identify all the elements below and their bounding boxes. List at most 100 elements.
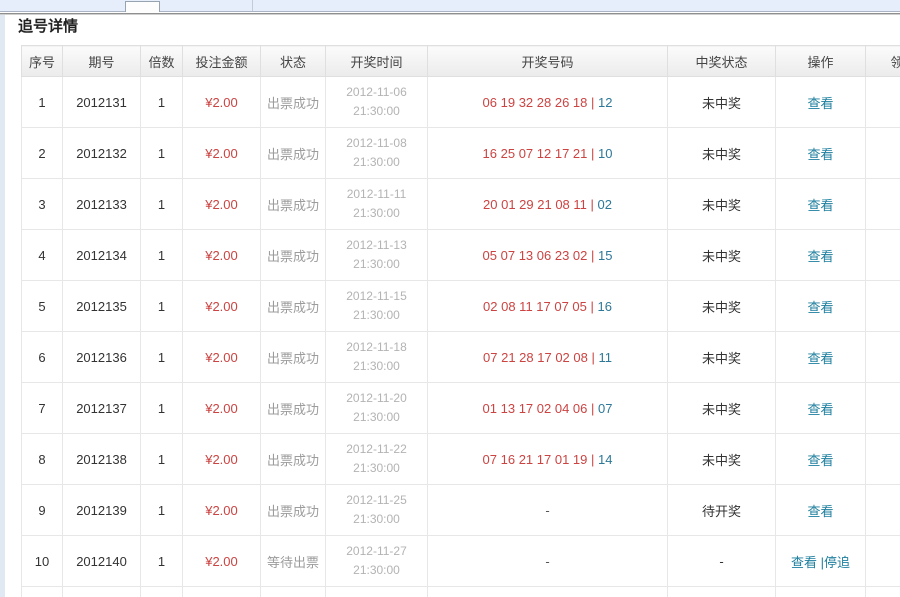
empty-cell (428, 587, 668, 597)
cell-status: 出票成功 (261, 77, 326, 128)
view-link[interactable]: 查看 (807, 402, 833, 417)
red-ball-numbers: 20 01 29 21 08 11 (483, 197, 590, 212)
red-ball-numbers: 01 13 17 02 04 06 (483, 401, 591, 416)
cell-multiple: 1 (141, 332, 183, 383)
draw-time-text: 21:30:00 (326, 306, 427, 325)
empty-cell (63, 587, 141, 597)
draw-date-text: 2012-11-11 (326, 185, 427, 204)
cell-draw-numbers: 07 21 28 17 02 08 | 11 (428, 332, 668, 383)
table-row: 220121321¥2.00出票成功2012-11-0821:30:0016 2… (22, 128, 900, 179)
cell-amount: ¥2.00 (183, 179, 261, 230)
cell-draw-numbers: 20 01 29 21 08 11 | 02 (428, 179, 668, 230)
column-header-issue: 期号 (63, 46, 141, 77)
cell-status: 出票成功 (261, 179, 326, 230)
cell-issue: 2012131 (63, 77, 141, 128)
draw-time-text: 21:30:00 (326, 102, 427, 121)
cell-claim (866, 281, 900, 332)
cell-draw-time: 2012-11-2721:30:00 (326, 536, 428, 587)
blue-ball-number: 15 (594, 248, 612, 263)
draw-time-text: 21:30:00 (326, 408, 427, 427)
cell-amount: ¥2.00 (183, 434, 261, 485)
table-row: 320121331¥2.00出票成功2012-11-1121:30:0020 0… (22, 179, 900, 230)
cell-multiple: 1 (141, 179, 183, 230)
cell-claim (866, 128, 900, 179)
view-link[interactable]: 查看 (807, 249, 833, 264)
cell-index: 8 (22, 434, 63, 485)
table-header-row: 序号期号倍数投注金额状态开奖时间开奖号码中奖状态操作领奖 (22, 46, 900, 77)
view-link[interactable]: 查看 (807, 351, 833, 366)
empty-cell (141, 587, 183, 597)
cell-draw-numbers: 16 25 07 12 17 21 | 10 (428, 128, 668, 179)
cell-draw-time: 2012-11-0621:30:00 (326, 77, 428, 128)
cell-amount: ¥2.00 (183, 536, 261, 587)
view-link[interactable]: 查看 (807, 300, 833, 315)
column-header-amount: 投注金额 (183, 46, 261, 77)
cell-status: 出票成功 (261, 383, 326, 434)
draw-numbers-placeholder: - (545, 503, 549, 518)
view-link[interactable]: 查看 (807, 96, 833, 111)
table-row: 420121341¥2.00出票成功2012-11-1321:30:0005 0… (22, 230, 900, 281)
blue-ball-number: 11 (595, 350, 612, 365)
page: 追号详情 序号期号倍数投注金额状态开奖时间开奖号码中奖状态操作领奖 120121… (0, 0, 900, 597)
cell-amount: ¥2.00 (183, 77, 261, 128)
browser-tab-remnant (125, 1, 160, 12)
view-link[interactable]: 查看 (807, 504, 833, 519)
cell-draw-numbers: - (428, 536, 668, 587)
main-content: 追号详情 序号期号倍数投注金额状态开奖时间开奖号码中奖状态操作领奖 120121… (18, 14, 900, 597)
empty-cell (326, 587, 428, 597)
cell-draw-time: 2012-11-2021:30:00 (326, 383, 428, 434)
view-link[interactable]: 查看 (791, 555, 817, 570)
draw-date-text: 2012-11-06 (326, 83, 427, 102)
cell-win-status: - (668, 536, 776, 587)
action-separator: | (817, 555, 824, 570)
view-link[interactable]: 查看 (807, 453, 833, 468)
column-header-win-status: 中奖状态 (668, 46, 776, 77)
draw-time-text: 21:30:00 (326, 255, 427, 274)
cell-draw-numbers: - (428, 485, 668, 536)
cell-win-status: 未中奖 (668, 179, 776, 230)
red-ball-numbers: 16 25 07 12 17 21 (483, 146, 591, 161)
blue-ball-number: 12 (594, 95, 612, 110)
table-row-partial (22, 587, 900, 597)
cell-multiple: 1 (141, 128, 183, 179)
draw-date-text: 2012-11-18 (326, 338, 427, 357)
cell-index: 9 (22, 485, 63, 536)
cell-amount: ¥2.00 (183, 332, 261, 383)
cell-win-status: 待开奖 (668, 485, 776, 536)
cell-amount: ¥2.00 (183, 383, 261, 434)
cell-draw-time: 2012-11-0821:30:00 (326, 128, 428, 179)
cell-issue: 2012136 (63, 332, 141, 383)
draw-time-text: 21:30:00 (326, 459, 427, 478)
empty-cell (776, 587, 866, 597)
empty-cell (261, 587, 326, 597)
chrome-divider (252, 0, 253, 11)
draw-date-text: 2012-11-13 (326, 236, 427, 255)
red-ball-numbers: 07 16 21 17 01 19 (483, 452, 591, 467)
cell-win-status: 未中奖 (668, 281, 776, 332)
cell-status: 出票成功 (261, 281, 326, 332)
column-header-draw-numbers: 开奖号码 (428, 46, 668, 77)
table-row: 520121351¥2.00出票成功2012-11-1521:30:0002 0… (22, 281, 900, 332)
draw-date-text: 2012-11-15 (326, 287, 427, 306)
red-ball-numbers: 07 21 28 17 02 08 (483, 350, 591, 365)
cell-amount: ¥2.00 (183, 230, 261, 281)
column-header-draw-time: 开奖时间 (326, 46, 428, 77)
stop-chase-link[interactable]: 停追 (824, 555, 850, 570)
cell-status: 出票成功 (261, 332, 326, 383)
view-link[interactable]: 查看 (807, 147, 833, 162)
cell-index: 7 (22, 383, 63, 434)
draw-time-text: 21:30:00 (326, 204, 427, 223)
cell-issue: 2012135 (63, 281, 141, 332)
cell-draw-numbers: 01 13 17 02 04 06 | 07 (428, 383, 668, 434)
view-link[interactable]: 查看 (807, 198, 833, 213)
cell-win-status: 未中奖 (668, 128, 776, 179)
blue-ball-number: 07 (594, 401, 612, 416)
empty-cell (668, 587, 776, 597)
draw-date-text: 2012-11-08 (326, 134, 427, 153)
column-header-claim: 领奖 (866, 46, 900, 77)
cell-claim (866, 179, 900, 230)
cell-win-status: 未中奖 (668, 383, 776, 434)
cell-actions: 查看 (776, 77, 866, 128)
column-header-index: 序号 (22, 46, 63, 77)
blue-ball-number: 10 (594, 146, 612, 161)
